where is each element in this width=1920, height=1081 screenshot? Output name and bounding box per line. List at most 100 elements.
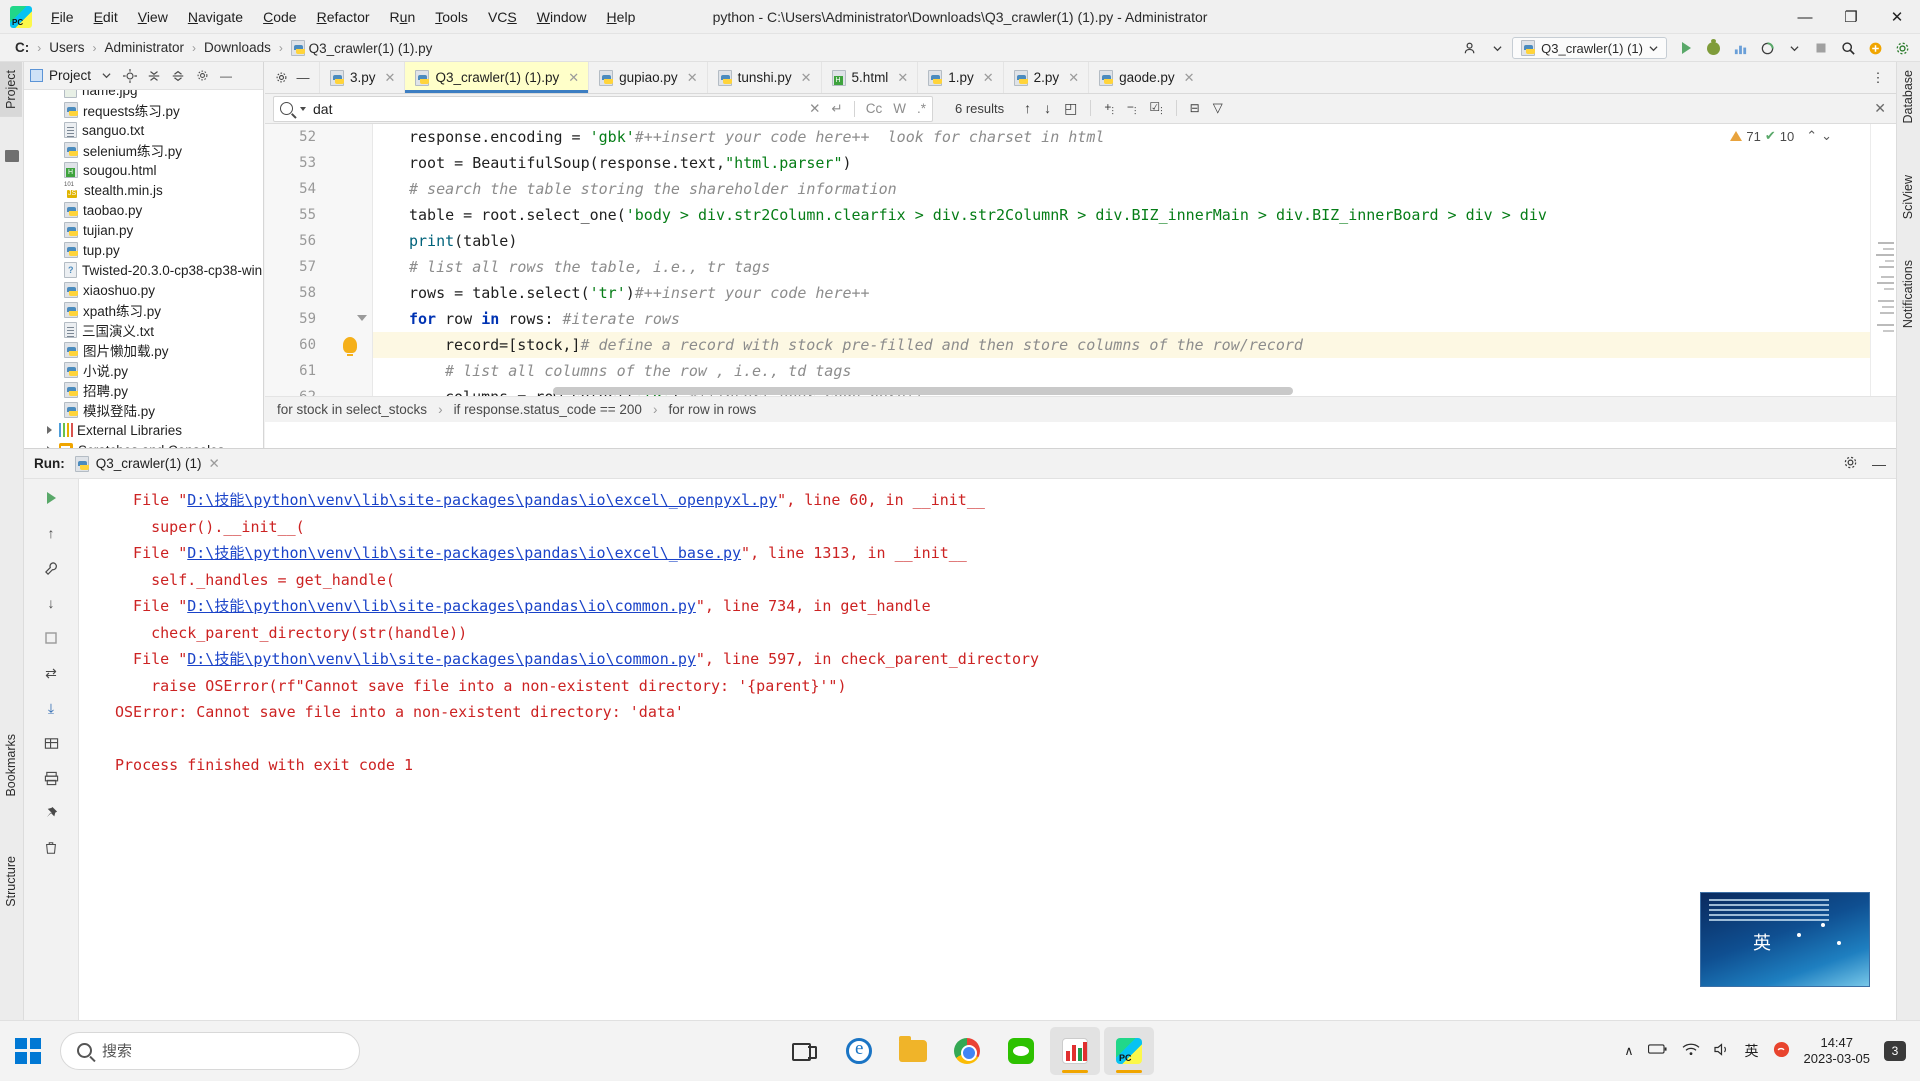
editor-tab-q3-crawler-1-1-py[interactable]: Q3_crawler(1) (1).py ✕ <box>404 62 589 93</box>
structure-folder-icon[interactable] <box>5 150 19 162</box>
plus-circle-icon[interactable] <box>1863 37 1887 59</box>
intention-bulb-icon[interactable] <box>343 337 357 356</box>
collapse-all-icon[interactable] <box>169 67 187 85</box>
file-tree-item[interactable]: sanguo.txt <box>24 120 144 140</box>
file-tree-item[interactable]: name.jpg <box>24 90 138 100</box>
menu-run[interactable]: Run <box>381 5 425 29</box>
code-line-53[interactable]: root = BeautifulSoup(response.text,"html… <box>373 150 1896 176</box>
menu-tools[interactable]: Tools <box>426 5 477 29</box>
taskbar-app-file-explorer[interactable] <box>888 1027 938 1075</box>
console-file-link[interactable]: D:\技能\python\venv\lib\site-packages\pand… <box>187 650 696 668</box>
sidebar-item-project[interactable]: Project <box>0 62 22 117</box>
search-history-icon[interactable]: ↵ <box>831 101 842 117</box>
more-options-icon[interactable]: ⋮ <box>1868 68 1888 88</box>
breadcrumb-item-2[interactable]: Administrator <box>100 38 190 57</box>
menu-edit[interactable]: Edit <box>85 5 127 29</box>
run-button[interactable] <box>1674 37 1698 59</box>
editor-tab-1-py[interactable]: 1.py ✕ <box>917 62 1002 93</box>
code-line-54[interactable]: # search the table storing the sharehold… <box>373 176 1896 202</box>
taskbar-app-wechat[interactable] <box>996 1027 1046 1075</box>
minimize-button[interactable]: — <box>1782 0 1828 34</box>
profile-button[interactable] <box>1728 37 1752 59</box>
editor-tab-gupiao-py[interactable]: gupiao.py ✕ <box>588 62 706 93</box>
expand-all-icon[interactable] <box>145 67 163 85</box>
breadcrumb-item-4[interactable]: Q3_crawler(1) (1).py <box>286 38 438 58</box>
editor-tab-2-py[interactable]: 2.py ✕ <box>1002 62 1088 93</box>
taskbar-clock[interactable]: 14:47 2023-03-05 <box>1804 1035 1871 1067</box>
file-tree-item[interactable]: Twisted-20.3.0-cp38-cp38-win <box>24 260 262 280</box>
scroll-down-icon[interactable]: ⌄ <box>1821 128 1832 144</box>
file-tree-item[interactable]: 模拟登陆.py <box>24 400 155 420</box>
file-tree-item[interactable]: 招聘.py <box>24 380 128 400</box>
filter-icon[interactable]: ▽ <box>1213 100 1223 116</box>
sidebar-item-structure[interactable]: Structure <box>0 848 22 915</box>
hide-panel-icon[interactable]: — <box>217 67 235 85</box>
console-file-link[interactable]: D:\技能\python\venv\lib\site-packages\pand… <box>187 491 777 509</box>
code-line-57[interactable]: # list all rows the table, i.e., tr tags <box>373 254 1896 280</box>
console-traceback-line[interactable]: File "D:\技能\python\venv\lib\site-package… <box>79 646 1896 673</box>
match-case-toggle[interactable]: Cc <box>866 101 883 116</box>
windows-start-icon[interactable] <box>0 1021 56 1081</box>
file-tree-item[interactable]: 图片懒加载.py <box>24 340 169 360</box>
sidebar-item-database[interactable]: Database <box>1897 62 1919 132</box>
file-tree-item[interactable]: 三国演义.txt <box>24 320 154 340</box>
inspection-minimap[interactable] <box>1870 124 1896 422</box>
select-occurrences-icon[interactable]: ☑⫶ <box>1149 100 1162 117</box>
editor-tab-tunshi-py[interactable]: tunshi.py ✕ <box>706 62 821 93</box>
code-line-60[interactable]: record=[stock,]# define a record with st… <box>373 332 1896 358</box>
file-tree-node[interactable]: External Libraries <box>24 420 182 440</box>
stop-icon[interactable] <box>40 627 62 649</box>
tray-battery-icon[interactable] <box>1647 1043 1668 1058</box>
run-tab[interactable]: Q3_crawler(1) (1) ✕ <box>74 455 220 472</box>
file-tree-node[interactable]: Scratches and Consoles <box>24 440 224 448</box>
editor-tab-gaode-py[interactable]: gaode.py ✕ <box>1088 62 1203 93</box>
project-file-tree[interactable]: name.jpg requests练习.py sanguo.txt selenium练… <box>24 90 263 448</box>
find-previous-button[interactable]: ↑ <box>1024 100 1031 116</box>
tray-ime-indicator[interactable]: 英 <box>1745 1041 1759 1061</box>
down-arrow-icon[interactable]: ↓ <box>40 592 62 614</box>
close-find-bar-button[interactable]: ✕ <box>1874 100 1886 117</box>
debug-button[interactable] <box>1701 37 1725 59</box>
taskbar-app-chrome[interactable] <box>942 1027 992 1075</box>
taskbar-app-internet-explorer[interactable] <box>834 1027 884 1075</box>
menu-code[interactable]: Code <box>254 5 305 29</box>
chevron-down-icon[interactable] <box>1782 37 1806 59</box>
editor-tab-5-html[interactable]: 5.html ✕ <box>820 62 918 93</box>
hide-panel-icon[interactable]: — <box>1872 456 1886 472</box>
close-icon[interactable]: ✕ <box>801 70 812 86</box>
close-button[interactable]: ✕ <box>1874 0 1920 34</box>
code-breadcrumb-item-2[interactable]: for row in rows <box>668 402 756 417</box>
grid-icon[interactable] <box>40 732 62 754</box>
code-breadcrumb-item-1[interactable]: if response.status_code == 200 <box>454 402 642 417</box>
user-icon[interactable] <box>1458 37 1482 59</box>
maximize-button[interactable]: ❐ <box>1828 0 1874 34</box>
search-icon[interactable] <box>1836 37 1860 59</box>
sidebar-item-bookmarks[interactable]: Bookmarks <box>0 726 22 805</box>
console-traceback-line[interactable]: File "D:\技能\python\venv\lib\site-package… <box>79 540 1896 567</box>
print-icon[interactable] <box>40 767 62 789</box>
file-tree-item[interactable]: sougou.html <box>24 160 157 180</box>
menu-help[interactable]: Help <box>598 5 645 29</box>
console-traceback-line[interactable]: File "D:\技能\python\venv\lib\site-package… <box>79 593 1896 620</box>
breadcrumb-item-3[interactable]: Downloads <box>199 38 276 57</box>
close-icon[interactable]: ✕ <box>897 70 908 86</box>
filter-results-icon[interactable]: ⊟ <box>1190 101 1200 115</box>
code-line-52[interactable]: response.encoding = 'gbk'#++insert your … <box>373 124 1896 150</box>
close-icon[interactable]: ✕ <box>568 70 579 86</box>
scrollbar-thumb[interactable] <box>553 387 1293 395</box>
menu-vcs[interactable]: VCS <box>479 5 526 29</box>
taskbar-search-input[interactable]: 搜索 <box>60 1031 360 1070</box>
taskbar-app-stock[interactable] <box>1050 1026 1100 1075</box>
chevron-down-icon[interactable] <box>1485 37 1509 59</box>
file-tree-item[interactable]: tup.py <box>24 240 120 260</box>
menu-refactor[interactable]: Refactor <box>308 5 379 29</box>
scroll-up-icon[interactable]: ⌃ <box>1806 128 1817 144</box>
file-tree-item[interactable]: requests练习.py <box>24 100 180 120</box>
close-icon[interactable]: ✕ <box>687 70 698 86</box>
find-next-button[interactable]: ↓ <box>1044 100 1051 116</box>
chevron-right-icon[interactable] <box>46 425 55 435</box>
menu-navigate[interactable]: Navigate <box>179 5 252 29</box>
gear-icon[interactable] <box>193 67 211 85</box>
remove-line-icon[interactable]: −⫶ <box>1127 100 1137 117</box>
code-line-58[interactable]: rows = table.select('tr')#++insert your … <box>373 280 1896 306</box>
